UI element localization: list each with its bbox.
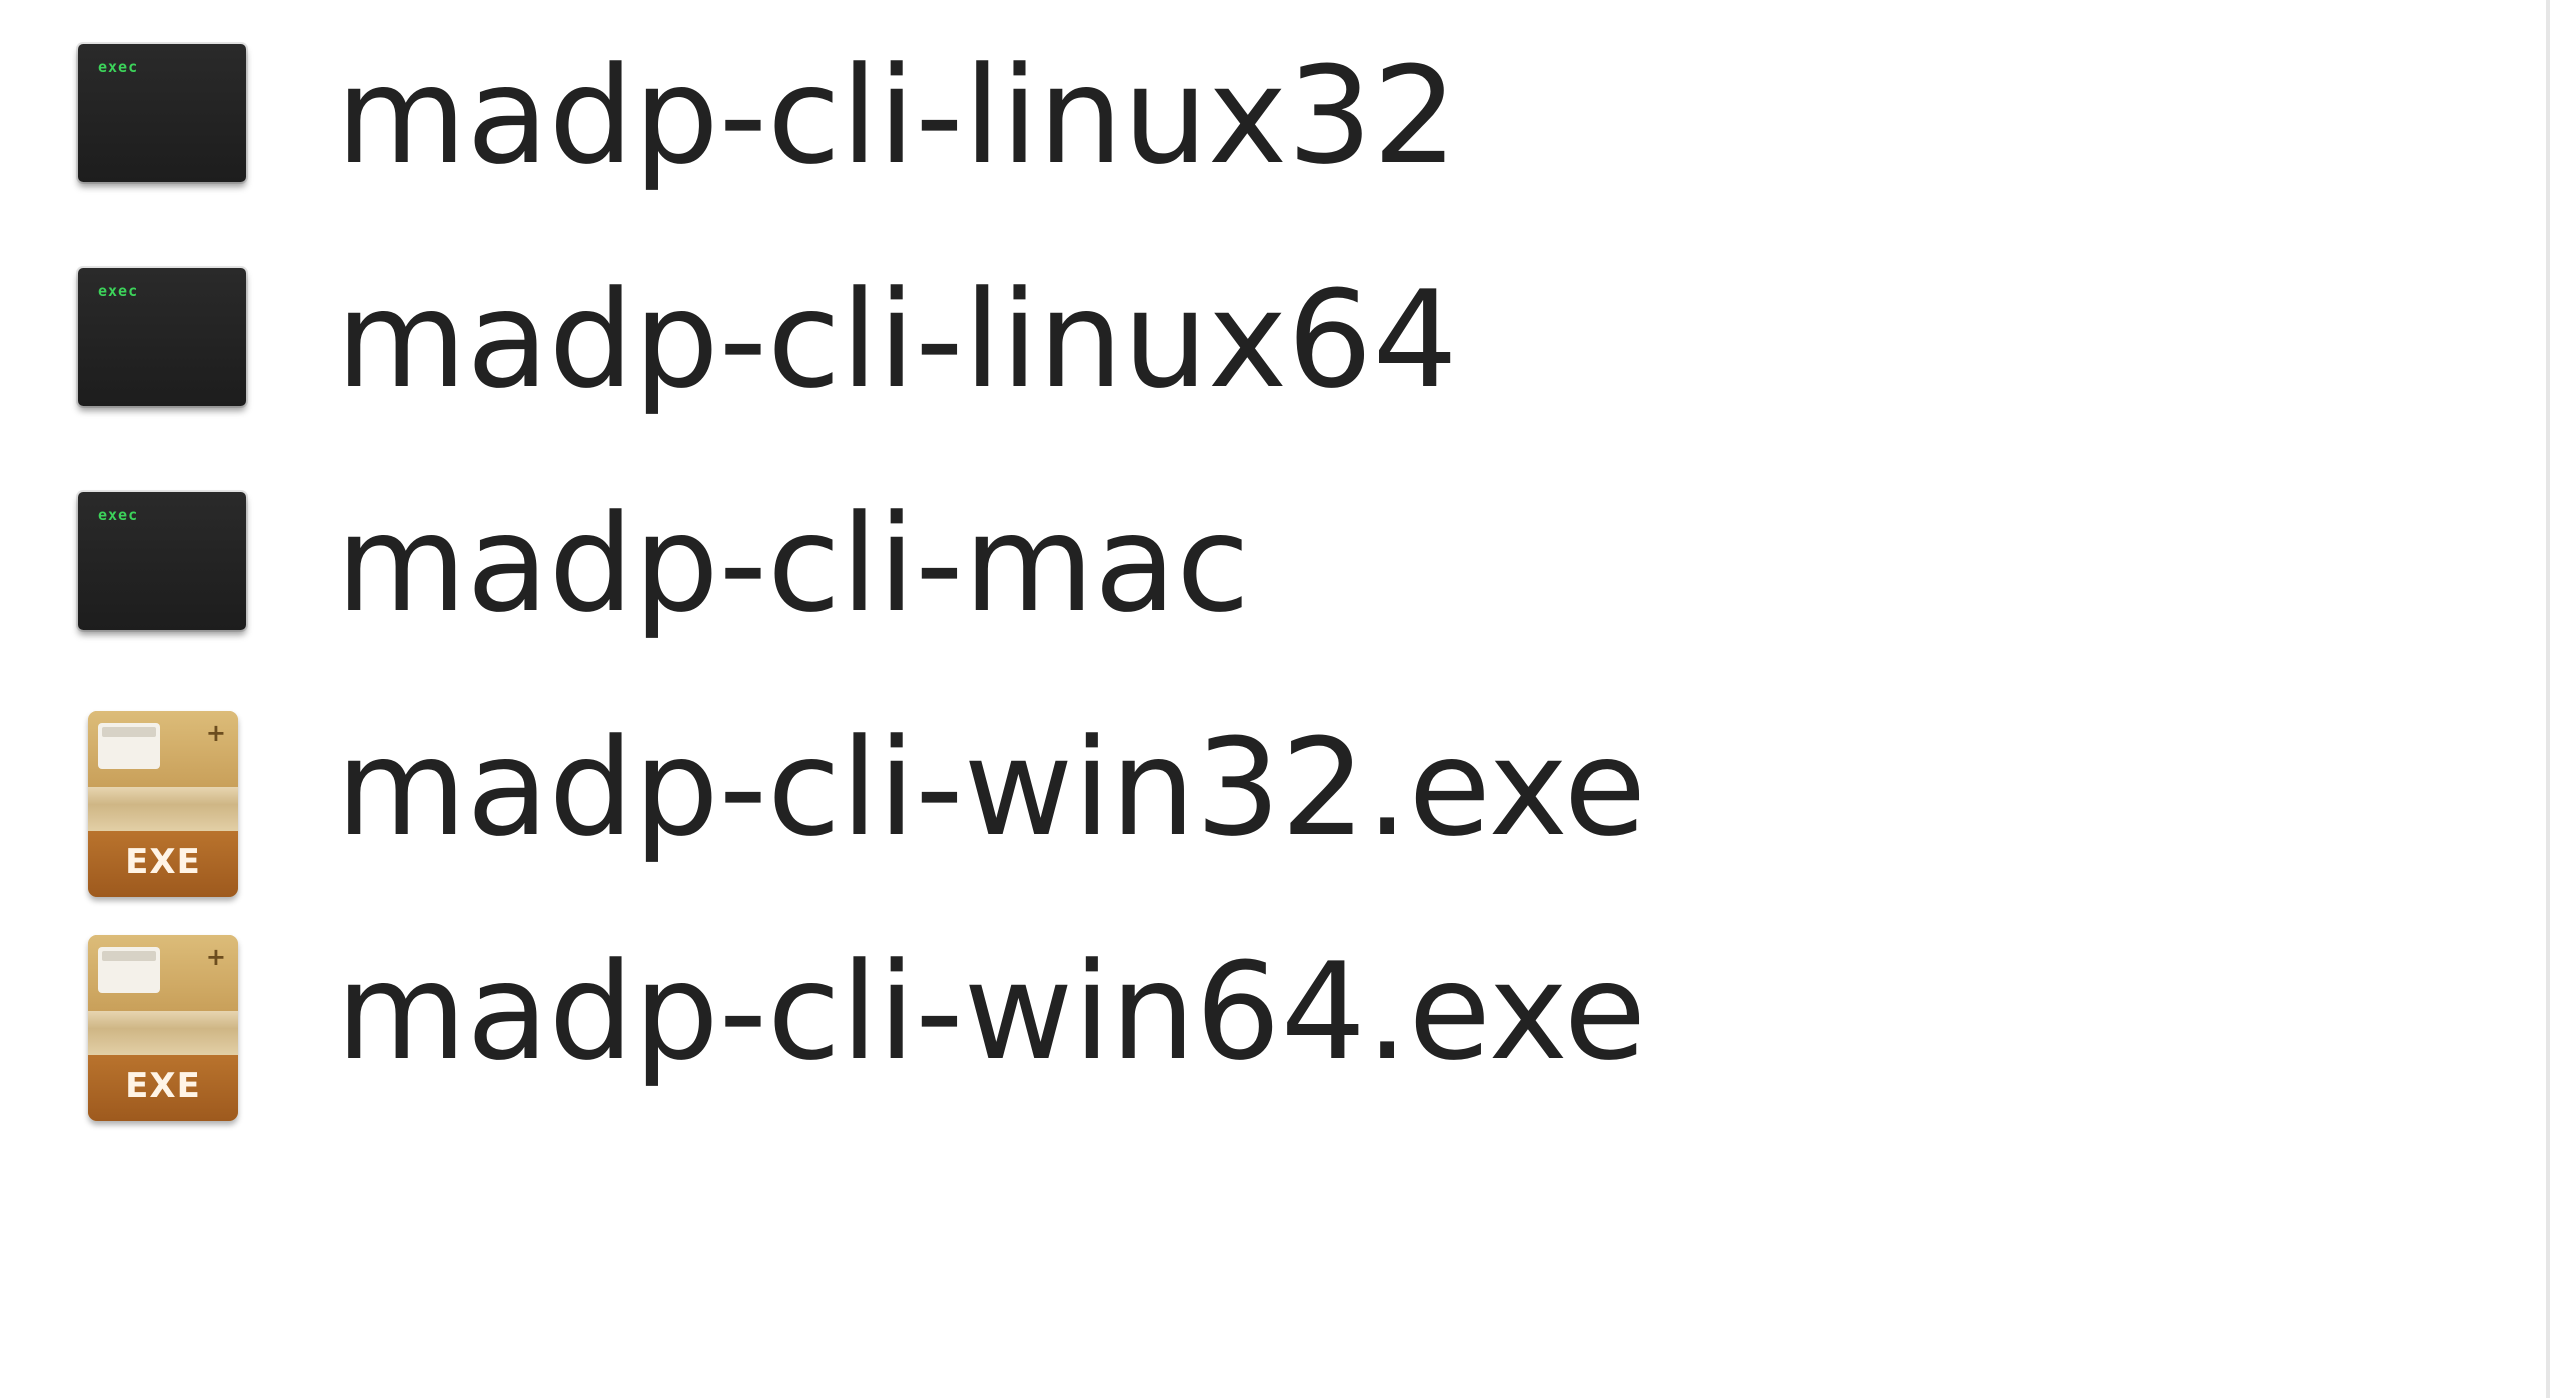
exe-plus-glyph: + (205, 719, 226, 747)
finder-window: exec madp-cli-linux32 exec madp-cli-linu… (0, 0, 2560, 1398)
exe-window-titlebar (102, 951, 156, 961)
exe-window-titlebar (102, 727, 156, 737)
file-name: madp-cli-mac (336, 486, 1250, 642)
exe-installer-icon: + EXE (88, 935, 238, 1121)
file-row-linux64[interactable]: exec madp-cli-linux64 (0, 235, 2540, 455)
file-row-win32[interactable]: + EXE madp-cli-win32.exe (0, 683, 2540, 903)
exe-installer-icon: + EXE (88, 711, 238, 897)
terminal-executable-icon: exec (78, 492, 246, 630)
terminal-prompt-glyph: exec (98, 58, 139, 76)
exe-label: EXE (88, 1055, 238, 1121)
file-name: madp-cli-linux64 (336, 262, 1458, 418)
file-name: madp-cli-win32.exe (336, 710, 1647, 866)
terminal-prompt-glyph: exec (98, 506, 139, 524)
exe-plus-glyph: + (205, 943, 226, 971)
window-right-edge (2546, 0, 2550, 1398)
file-name: madp-cli-linux32 (336, 38, 1458, 194)
file-row-linux32[interactable]: exec madp-cli-linux32 (0, 11, 2540, 231)
exe-window-glyph (98, 723, 160, 769)
terminal-executable-icon: exec (78, 44, 246, 182)
exe-window-glyph (98, 947, 160, 993)
file-name: madp-cli-win64.exe (336, 934, 1647, 1090)
exe-label: EXE (88, 831, 238, 897)
exe-box-tape (88, 787, 238, 831)
terminal-prompt-glyph: exec (98, 282, 139, 300)
file-row-mac[interactable]: exec madp-cli-mac (0, 459, 2540, 679)
exe-box-tape (88, 1011, 238, 1055)
file-row-win64[interactable]: + EXE madp-cli-win64.exe (0, 907, 2540, 1127)
terminal-executable-icon: exec (78, 268, 246, 406)
